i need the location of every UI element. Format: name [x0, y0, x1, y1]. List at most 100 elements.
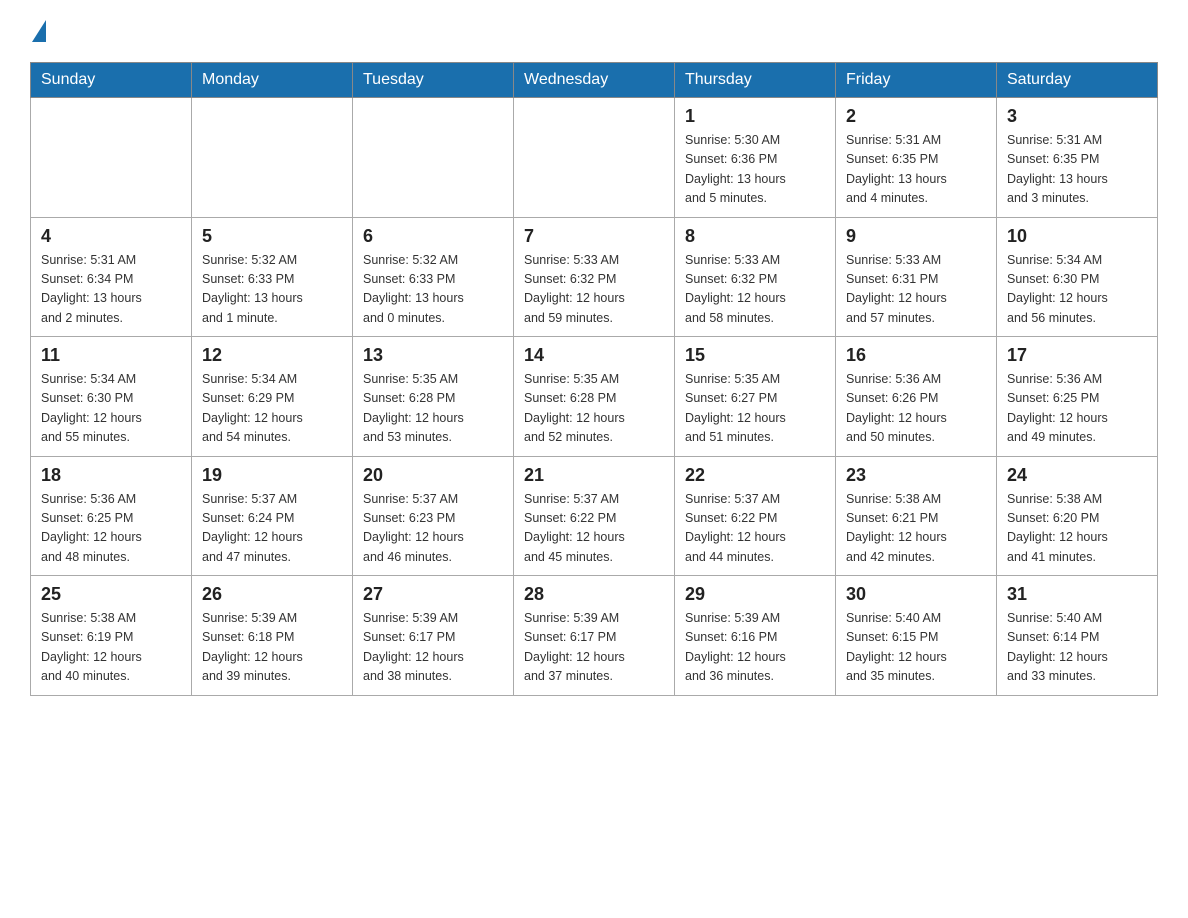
day-info: Sunrise: 5:34 AM Sunset: 6:30 PM Dayligh…: [41, 370, 181, 448]
calendar-cell: 15 Sunrise: 5:35 AM Sunset: 6:27 PM Dayli…: [675, 337, 836, 457]
day-number: 12: [202, 345, 342, 366]
calendar-cell: 19 Sunrise: 5:37 AM Sunset: 6:24 PM Dayli…: [192, 456, 353, 576]
day-info: Sunrise: 5:32 AM Sunset: 6:33 PM Dayligh…: [202, 251, 342, 329]
day-number: 1: [685, 106, 825, 127]
weekday-header-tuesday: Tuesday: [353, 63, 514, 98]
week-row-5: 25Sunrise: 5:38 AM Sunset: 6:19 PM Dayli…: [31, 576, 1158, 696]
day-number: 15: [685, 345, 825, 366]
day-info: Sunrise: 5:34 AM Sunset: 6:29 PM Dayligh…: [202, 370, 342, 448]
day-number: 5: [202, 226, 342, 247]
calendar-cell: 27 Sunrise: 5:39 AM Sunset: 6:17 PM Dayli…: [353, 576, 514, 696]
page-header: [30, 20, 1158, 42]
calendar-cell: 21 Sunrise: 5:37 AM Sunset: 6:22 PM Dayli…: [514, 456, 675, 576]
day-info: Sunrise: 5:37 AM Sunset: 6:23 PM Dayligh…: [363, 490, 503, 568]
week-row-4: 18 Sunrise: 5:36 AM Sunset: 6:25 PM Dayli…: [31, 456, 1158, 576]
day-info: Sunrise: 5:36 AM Sunset: 6:25 PM Dayligh…: [1007, 370, 1147, 448]
day-info: Sunrise: 5:38 AM Sunset: 6:20 PM Dayligh…: [1007, 490, 1147, 568]
day-info: Sunrise: 5:40 AM Sunset: 6:15 PM Dayligh…: [846, 609, 986, 687]
calendar-cell: 14 Sunrise: 5:35 AM Sunset: 6:28 PM Dayli…: [514, 337, 675, 457]
day-info: Sunrise: 5:33 AM Sunset: 6:32 PM Dayligh…: [524, 251, 664, 329]
calendar-cell: 17 Sunrise: 5:36 AM Sunset: 6:25 PM Dayli…: [997, 337, 1158, 457]
calendar-cell: 7Sunrise: 5:33 AM Sunset: 6:32 PM Daylig…: [514, 217, 675, 337]
day-info: Sunrise: 5:39 AM Sunset: 6:17 PM Dayligh…: [363, 609, 503, 687]
calendar-cell: 6 Sunrise: 5:32 AM Sunset: 6:33 PM Daylig…: [353, 217, 514, 337]
day-info: Sunrise: 5:35 AM Sunset: 6:28 PM Dayligh…: [524, 370, 664, 448]
calendar-table: SundayMondayTuesdayWednesdayThursdayFrid…: [30, 62, 1158, 696]
day-number: 10: [1007, 226, 1147, 247]
day-info: Sunrise: 5:38 AM Sunset: 6:21 PM Dayligh…: [846, 490, 986, 568]
calendar-cell: 30 Sunrise: 5:40 AM Sunset: 6:15 PM Dayli…: [836, 576, 997, 696]
calendar-cell: 5 Sunrise: 5:32 AM Sunset: 6:33 PM Daylig…: [192, 217, 353, 337]
calendar-cell: 8Sunrise: 5:33 AM Sunset: 6:32 PM Daylig…: [675, 217, 836, 337]
calendar-cell: 20 Sunrise: 5:37 AM Sunset: 6:23 PM Dayli…: [353, 456, 514, 576]
weekday-header-saturday: Saturday: [997, 63, 1158, 98]
week-row-2: 4 Sunrise: 5:31 AM Sunset: 6:34 PM Daylig…: [31, 217, 1158, 337]
day-number: 23: [846, 465, 986, 486]
day-number: 18: [41, 465, 181, 486]
day-number: 30: [846, 584, 986, 605]
weekday-header-sunday: Sunday: [31, 63, 192, 98]
day-info: Sunrise: 5:37 AM Sunset: 6:22 PM Dayligh…: [524, 490, 664, 568]
day-info: Sunrise: 5:36 AM Sunset: 6:25 PM Dayligh…: [41, 490, 181, 568]
day-number: 8: [685, 226, 825, 247]
calendar-cell: 26 Sunrise: 5:39 AM Sunset: 6:18 PM Dayli…: [192, 576, 353, 696]
calendar-cell: 29Sunrise: 5:39 AM Sunset: 6:16 PM Dayli…: [675, 576, 836, 696]
calendar-cell: 10 Sunrise: 5:34 AM Sunset: 6:30 PM Dayli…: [997, 217, 1158, 337]
calendar-cell: 18 Sunrise: 5:36 AM Sunset: 6:25 PM Dayli…: [31, 456, 192, 576]
calendar-cell: 23 Sunrise: 5:38 AM Sunset: 6:21 PM Dayli…: [836, 456, 997, 576]
calendar-cell: [514, 98, 675, 218]
calendar-cell: 22Sunrise: 5:37 AM Sunset: 6:22 PM Dayli…: [675, 456, 836, 576]
day-info: Sunrise: 5:39 AM Sunset: 6:17 PM Dayligh…: [524, 609, 664, 687]
day-info: Sunrise: 5:35 AM Sunset: 6:27 PM Dayligh…: [685, 370, 825, 448]
day-number: 24: [1007, 465, 1147, 486]
day-number: 13: [363, 345, 503, 366]
day-number: 17: [1007, 345, 1147, 366]
logo: [30, 20, 46, 42]
day-number: 20: [363, 465, 503, 486]
calendar-cell: 24 Sunrise: 5:38 AM Sunset: 6:20 PM Dayli…: [997, 456, 1158, 576]
day-number: 21: [524, 465, 664, 486]
day-info: Sunrise: 5:32 AM Sunset: 6:33 PM Dayligh…: [363, 251, 503, 329]
day-info: Sunrise: 5:35 AM Sunset: 6:28 PM Dayligh…: [363, 370, 503, 448]
calendar-cell: 28Sunrise: 5:39 AM Sunset: 6:17 PM Dayli…: [514, 576, 675, 696]
logo-triangle-icon: [32, 20, 46, 42]
weekday-header-wednesday: Wednesday: [514, 63, 675, 98]
day-number: 29: [685, 584, 825, 605]
day-number: 4: [41, 226, 181, 247]
day-info: Sunrise: 5:34 AM Sunset: 6:30 PM Dayligh…: [1007, 251, 1147, 329]
calendar-cell: 13 Sunrise: 5:35 AM Sunset: 6:28 PM Dayli…: [353, 337, 514, 457]
weekday-header-friday: Friday: [836, 63, 997, 98]
week-row-1: 1Sunrise: 5:30 AM Sunset: 6:36 PM Daylig…: [31, 98, 1158, 218]
day-info: Sunrise: 5:31 AM Sunset: 6:34 PM Dayligh…: [41, 251, 181, 329]
day-info: Sunrise: 5:31 AM Sunset: 6:35 PM Dayligh…: [1007, 131, 1147, 209]
day-number: 26: [202, 584, 342, 605]
day-number: 27: [363, 584, 503, 605]
calendar-cell: 4 Sunrise: 5:31 AM Sunset: 6:34 PM Daylig…: [31, 217, 192, 337]
calendar-cell: 31Sunrise: 5:40 AM Sunset: 6:14 PM Dayli…: [997, 576, 1158, 696]
day-number: 11: [41, 345, 181, 366]
calendar-cell: [31, 98, 192, 218]
day-info: Sunrise: 5:37 AM Sunset: 6:22 PM Dayligh…: [685, 490, 825, 568]
calendar-cell: 16 Sunrise: 5:36 AM Sunset: 6:26 PM Dayli…: [836, 337, 997, 457]
day-info: Sunrise: 5:31 AM Sunset: 6:35 PM Dayligh…: [846, 131, 986, 209]
day-number: 31: [1007, 584, 1147, 605]
day-info: Sunrise: 5:33 AM Sunset: 6:31 PM Dayligh…: [846, 251, 986, 329]
day-info: Sunrise: 5:39 AM Sunset: 6:18 PM Dayligh…: [202, 609, 342, 687]
calendar-cell: 1Sunrise: 5:30 AM Sunset: 6:36 PM Daylig…: [675, 98, 836, 218]
calendar-cell: 11 Sunrise: 5:34 AM Sunset: 6:30 PM Dayli…: [31, 337, 192, 457]
day-info: Sunrise: 5:36 AM Sunset: 6:26 PM Dayligh…: [846, 370, 986, 448]
day-number: 16: [846, 345, 986, 366]
day-number: 9: [846, 226, 986, 247]
calendar-cell: [192, 98, 353, 218]
calendar-cell: 2Sunrise: 5:31 AM Sunset: 6:35 PM Daylig…: [836, 98, 997, 218]
day-number: 6: [363, 226, 503, 247]
weekday-header-monday: Monday: [192, 63, 353, 98]
calendar-cell: 9 Sunrise: 5:33 AM Sunset: 6:31 PM Daylig…: [836, 217, 997, 337]
day-number: 19: [202, 465, 342, 486]
calendar-cell: 3Sunrise: 5:31 AM Sunset: 6:35 PM Daylig…: [997, 98, 1158, 218]
calendar-cell: 25Sunrise: 5:38 AM Sunset: 6:19 PM Dayli…: [31, 576, 192, 696]
weekday-header-row: SundayMondayTuesdayWednesdayThursdayFrid…: [31, 63, 1158, 98]
day-number: 14: [524, 345, 664, 366]
day-info: Sunrise: 5:37 AM Sunset: 6:24 PM Dayligh…: [202, 490, 342, 568]
calendar-cell: 12 Sunrise: 5:34 AM Sunset: 6:29 PM Dayli…: [192, 337, 353, 457]
